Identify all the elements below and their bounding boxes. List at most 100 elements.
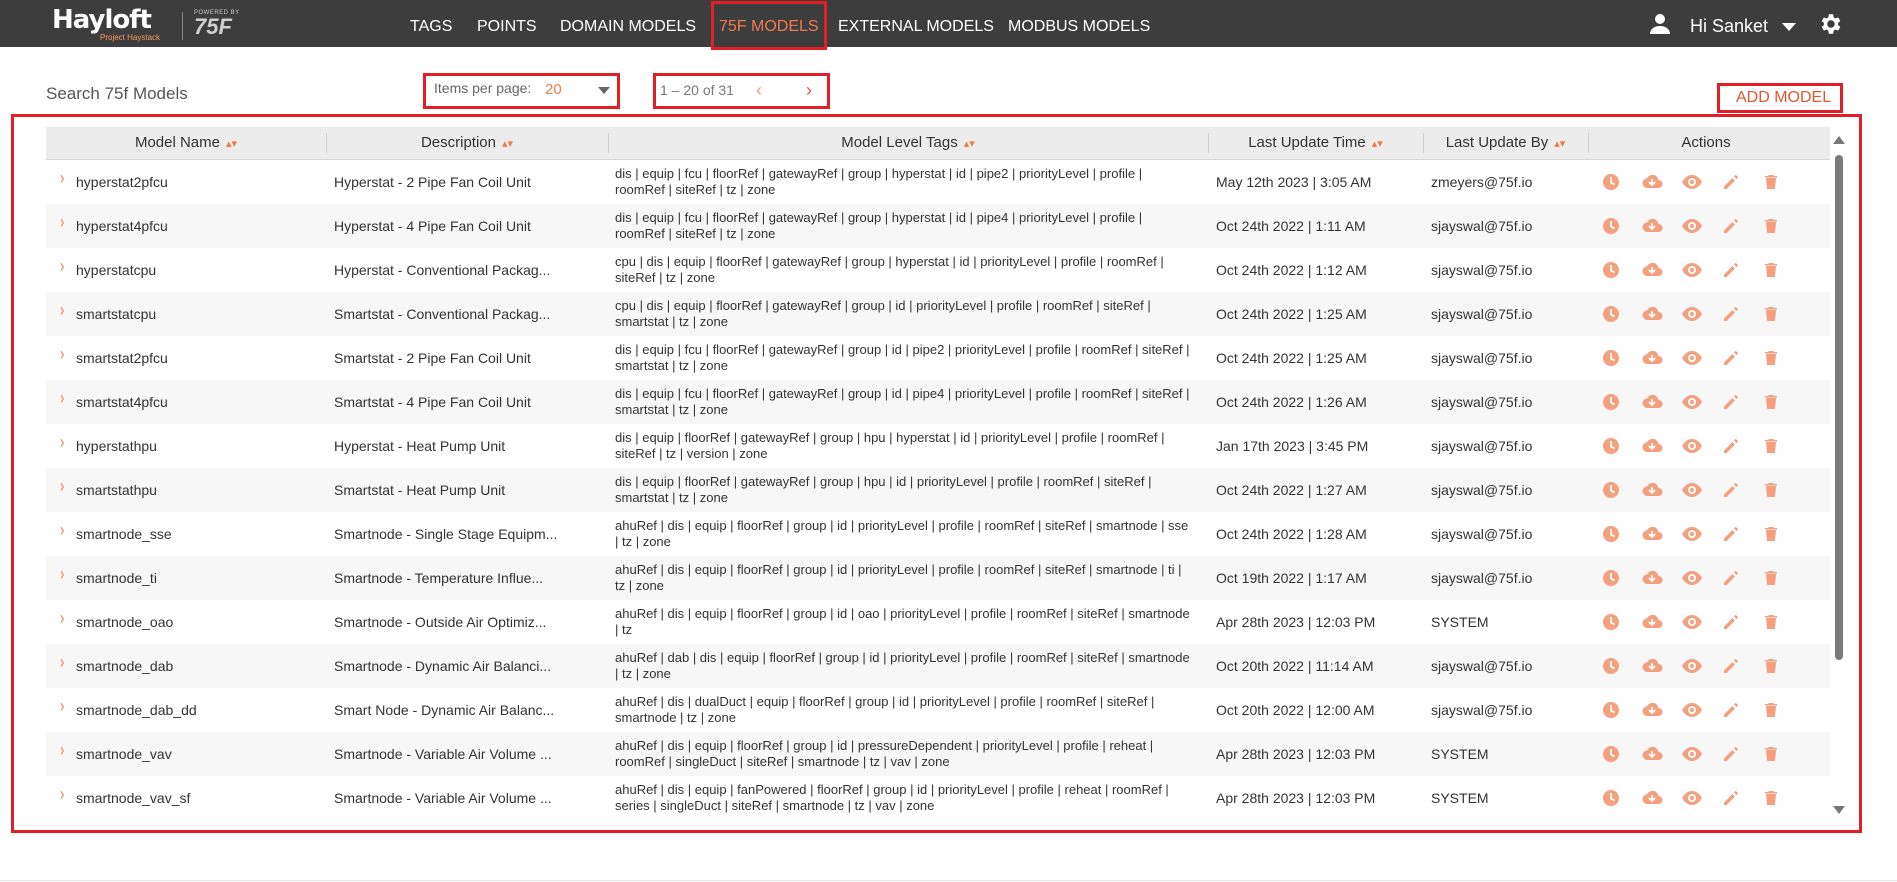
download-icon[interactable] — [1641, 480, 1663, 500]
view-icon[interactable] — [1681, 744, 1702, 764]
download-icon[interactable] — [1641, 524, 1663, 544]
history-icon[interactable] — [1601, 216, 1621, 236]
view-icon[interactable] — [1681, 216, 1702, 236]
download-icon[interactable] — [1641, 172, 1663, 192]
expand-chevron-icon[interactable]: › — [60, 255, 64, 276]
view-icon[interactable] — [1681, 656, 1702, 676]
expand-chevron-icon[interactable]: › — [60, 211, 64, 232]
sort-icon[interactable]: ▴▾ — [502, 138, 513, 150]
view-icon[interactable] — [1681, 436, 1702, 456]
header-last-update-by[interactable]: Last Update By ▴▾ — [1423, 127, 1588, 159]
nav-points[interactable]: POINTS — [477, 0, 537, 47]
expand-chevron-icon[interactable]: › — [60, 651, 64, 672]
table-row[interactable]: › hyperstatcpu Hyperstat - Conventional Pa… — [46, 248, 1830, 292]
edit-icon[interactable] — [1721, 524, 1741, 544]
history-icon[interactable] — [1601, 172, 1621, 192]
edit-icon[interactable] — [1721, 480, 1741, 500]
delete-icon[interactable] — [1761, 260, 1781, 280]
expand-chevron-icon[interactable]: › — [60, 519, 64, 540]
delete-icon[interactable] — [1761, 348, 1781, 368]
items-per-page-select[interactable]: 20 — [545, 81, 562, 98]
delete-icon[interactable] — [1761, 436, 1781, 456]
table-row[interactable]: › smartnode_vav_sf Smartnode - Variable Ai… — [46, 776, 1830, 820]
history-icon[interactable] — [1601, 744, 1621, 764]
expand-chevron-icon[interactable]: › — [60, 431, 64, 452]
next-page-icon[interactable]: › — [806, 80, 812, 101]
header-model-name[interactable]: Model Name ▴▾ — [46, 127, 326, 159]
history-icon[interactable] — [1601, 480, 1621, 500]
table-row[interactable]: › smartnode_vav Smartnode - Variable Air V… — [46, 732, 1830, 776]
delete-icon[interactable] — [1761, 392, 1781, 412]
table-row[interactable]: › hyperstat2pfcu Hyperstat - 2 Pipe Fan Co… — [46, 160, 1830, 204]
table-row[interactable]: › smartstat4pfcu Smartstat - 4 Pipe Fan Co… — [46, 380, 1830, 424]
view-icon[interactable] — [1681, 348, 1702, 368]
edit-icon[interactable] — [1721, 744, 1741, 764]
view-icon[interactable] — [1681, 392, 1702, 412]
nav-modbus-models[interactable]: MODBUS MODELS — [1008, 0, 1150, 47]
delete-icon[interactable] — [1761, 700, 1781, 720]
history-icon[interactable] — [1601, 524, 1621, 544]
view-icon[interactable] — [1681, 172, 1702, 192]
table-row[interactable]: › smartnode_oao Smartnode - Outside Air Op… — [46, 600, 1830, 644]
table-row[interactable]: › smartnode_dab Smartnode - Dynamic Air Ba… — [46, 644, 1830, 688]
expand-chevron-icon[interactable]: › — [60, 167, 64, 188]
edit-icon[interactable] — [1721, 700, 1741, 720]
delete-icon[interactable] — [1761, 304, 1781, 324]
table-row[interactable]: › smartstatcpu Smartstat - Conventional Pa… — [46, 292, 1830, 336]
table-row[interactable]: › smartnode_dab_dd Smart Node - Dynamic Ai… — [46, 688, 1830, 732]
view-icon[interactable] — [1681, 304, 1702, 324]
history-icon[interactable] — [1601, 436, 1621, 456]
scroll-up-icon[interactable] — [1833, 136, 1845, 144]
download-icon[interactable] — [1641, 612, 1663, 632]
nav-tags[interactable]: TAGS — [410, 0, 452, 47]
download-icon[interactable] — [1641, 304, 1663, 324]
delete-icon[interactable] — [1761, 480, 1781, 500]
expand-chevron-icon[interactable]: › — [60, 563, 64, 584]
view-icon[interactable] — [1681, 568, 1702, 588]
delete-icon[interactable] — [1761, 744, 1781, 764]
edit-icon[interactable] — [1721, 788, 1741, 808]
history-icon[interactable] — [1601, 304, 1621, 324]
table-row[interactable]: › smartnode_sse Smartnode - Single Stage E… — [46, 512, 1830, 556]
hayloft-logo[interactable]: Hayloft Project Haystack — [52, 6, 160, 42]
expand-chevron-icon[interactable]: › — [60, 299, 64, 320]
sort-icon[interactable]: ▴▾ — [1372, 138, 1383, 150]
view-icon[interactable] — [1681, 788, 1702, 808]
view-icon[interactable] — [1681, 524, 1702, 544]
expand-chevron-icon[interactable]: › — [60, 695, 64, 716]
edit-icon[interactable] — [1721, 216, 1741, 236]
table-row[interactable]: › smartstat2pfcu Smartstat - 2 Pipe Fan Co… — [46, 336, 1830, 380]
history-icon[interactable] — [1601, 260, 1621, 280]
history-icon[interactable] — [1601, 348, 1621, 368]
view-icon[interactable] — [1681, 260, 1702, 280]
delete-icon[interactable] — [1761, 568, 1781, 588]
delete-icon[interactable] — [1761, 172, 1781, 192]
sort-icon[interactable]: ▴▾ — [1554, 138, 1565, 150]
download-icon[interactable] — [1641, 260, 1663, 280]
table-row[interactable]: › smartnode_ti Smartnode - Temperature Inf… — [46, 556, 1830, 600]
edit-icon[interactable] — [1721, 568, 1741, 588]
expand-chevron-icon[interactable]: › — [60, 607, 64, 628]
expand-chevron-icon[interactable]: › — [60, 739, 64, 760]
gear-icon[interactable] — [1817, 11, 1843, 42]
previous-page-icon[interactable]: ‹ — [756, 80, 762, 101]
expand-chevron-icon[interactable]: › — [60, 343, 64, 364]
delete-icon[interactable] — [1761, 524, 1781, 544]
download-icon[interactable] — [1641, 744, 1663, 764]
download-icon[interactable] — [1641, 700, 1663, 720]
edit-icon[interactable] — [1721, 612, 1741, 632]
edit-icon[interactable] — [1721, 392, 1741, 412]
view-icon[interactable] — [1681, 612, 1702, 632]
delete-icon[interactable] — [1761, 788, 1781, 808]
edit-icon[interactable] — [1721, 172, 1741, 192]
delete-icon[interactable] — [1761, 612, 1781, 632]
chevron-down-icon[interactable] — [598, 87, 610, 94]
download-icon[interactable] — [1641, 348, 1663, 368]
scrollbar-thumb[interactable] — [1835, 155, 1843, 660]
view-icon[interactable] — [1681, 480, 1702, 500]
download-icon[interactable] — [1641, 656, 1663, 676]
edit-icon[interactable] — [1721, 436, 1741, 456]
history-icon[interactable] — [1601, 568, 1621, 588]
table-row[interactable]: › hyperstathpu Hyperstat - Heat Pump Unit d… — [46, 424, 1830, 468]
add-model-button[interactable]: ADD MODEL — [1736, 89, 1831, 107]
